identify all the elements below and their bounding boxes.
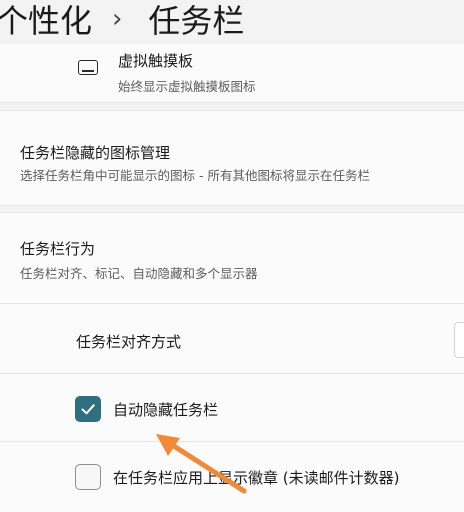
touchpad-icon <box>78 60 98 75</box>
breadcrumb-personalization[interactable]: 个性化 <box>0 0 92 42</box>
badges-checkbox[interactable] <box>75 464 101 490</box>
page-title: 任务栏 <box>148 2 245 40</box>
auto-hide-checkbox[interactable] <box>75 396 101 422</box>
hidden-icons-title: 任务栏隐藏的图标管理 <box>20 144 171 162</box>
auto-hide-label: 自动隐藏任务栏 <box>113 401 219 419</box>
divider <box>0 373 464 374</box>
checkmark-icon <box>81 404 95 415</box>
behaviors-description: 任务栏对齐、标记、自动隐藏和多个显示器 <box>20 266 258 281</box>
taskbar-settings-page: 个性化 › 任务栏 虚拟触摸板 始终显示虚拟触摸板图标 任务栏隐藏的图标管理 选… <box>0 0 464 512</box>
badges-label: 在任务栏应用上显示徽章 (未读邮件计数器) <box>113 469 400 487</box>
divider <box>0 303 464 304</box>
touchpad-title: 虚拟触摸板 <box>118 52 194 70</box>
hidden-icons-description: 选择任务栏角中可能显示的图标 - 所有其他图标将显示在任务栏 <box>20 168 370 183</box>
behaviors-title: 任务栏行为 <box>20 240 96 258</box>
breadcrumb: 个性化 › 任务栏 <box>0 0 244 44</box>
divider <box>0 441 464 442</box>
touchpad-description: 始终显示虚拟触摸板图标 <box>118 79 256 94</box>
alignment-dropdown[interactable] <box>454 322 464 358</box>
breadcrumb-separator-icon: › <box>112 4 123 34</box>
alignment-label: 任务栏对齐方式 <box>76 333 182 351</box>
